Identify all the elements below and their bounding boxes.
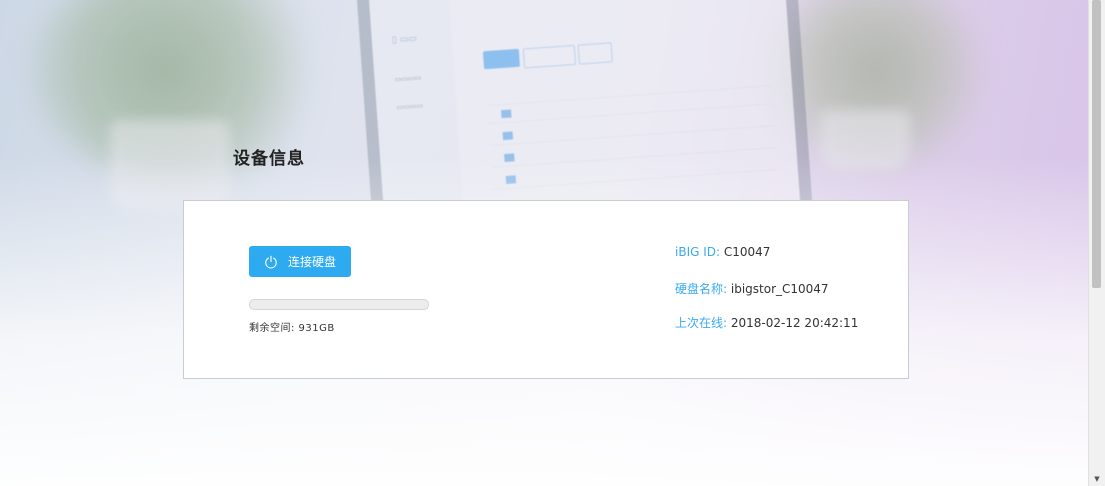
background-laptop-sidebar-line: ▭▭▭▭ <box>394 73 422 84</box>
device-id-value: C10047 <box>723 245 771 259</box>
background-laptop-button <box>522 44 577 69</box>
free-space-text: 剩余空间: 931GB <box>249 323 335 334</box>
page-title: 设备信息 <box>233 149 305 169</box>
drive-name-value: ibigstor_C10047 <box>730 282 829 296</box>
last-online-row: 上次在线: 2018-02-12 20:42:11 <box>675 314 858 331</box>
page-viewport: ▯ ▭▭ ▭▭▭▭ ▭▭▭▭ ▭▭▭▭ ▭▭▭ ▭▭▭▭ 设备信息 连接硬盘 <box>0 0 1105 486</box>
device-info-card: 连接硬盘 剩余空间: 931GB iBIG ID: C10047 硬盘名称: i… <box>183 200 909 379</box>
background-pot-right <box>820 110 910 170</box>
device-id-row: iBIG ID: C10047 <box>675 245 770 259</box>
folder-icon <box>502 131 514 141</box>
connect-drive-button-label: 连接硬盘 <box>287 255 336 269</box>
storage-usage-bar <box>249 299 429 310</box>
background-laptop-logo-icon: ▯ ▭▭ <box>391 33 418 46</box>
connect-drive-button[interactable]: 连接硬盘 <box>249 246 351 277</box>
last-online-label: 上次在线: <box>675 316 728 330</box>
scroll-down-arrow-icon[interactable]: ▼ <box>1089 474 1105 484</box>
folder-icon <box>501 109 512 119</box>
page-scrollbar[interactable]: ▼ <box>1088 0 1105 486</box>
background-laptop-sidebar-line: ▭▭▭▭ <box>396 101 424 112</box>
device-id-label: iBIG ID: <box>675 245 721 259</box>
drive-name-row: 硬盘名称: ibigstor_C10047 <box>675 280 829 297</box>
background-laptop-button <box>577 42 613 65</box>
background-laptop-button <box>482 48 521 70</box>
drive-name-label: 硬盘名称: <box>675 282 728 296</box>
folder-icon <box>504 153 515 163</box>
last-online-value: 2018-02-12 20:42:11 <box>730 316 859 330</box>
scrollbar-thumb[interactable] <box>1092 0 1101 288</box>
power-icon <box>265 255 277 268</box>
folder-icon <box>505 175 517 185</box>
background-pot-left <box>110 120 230 210</box>
